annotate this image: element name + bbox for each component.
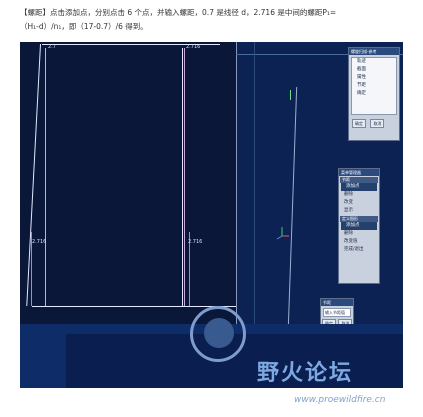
dim-label-top-right: 2.716	[186, 44, 201, 50]
menu-manager-title: 菜单管理器	[339, 169, 379, 176]
spring-centerline	[287, 87, 298, 327]
dim-label-mid-left: 2.716	[32, 239, 47, 245]
graph-right-profile	[184, 48, 185, 306]
menu-item-display[interactable]: 显示	[339, 207, 379, 215]
pitch-value-input[interactable]: 输入节距值	[323, 308, 351, 317]
helical-sweep-dialog: 螺旋扫描-参考 轨迹 截面 属性 节距 确定 确定 取消	[348, 47, 400, 141]
menu-item-graph-delete[interactable]: 删除	[339, 230, 379, 238]
menu-item-change[interactable]: 改变	[339, 199, 379, 207]
graph-right-edge	[182, 48, 183, 306]
helical-sweep-dialog-title: 螺旋扫描-参考	[349, 48, 399, 55]
dialog-cancel-button[interactable]: 取消	[370, 119, 385, 128]
watermark-url: www.proewildfire.cn	[294, 395, 386, 405]
menu-item-add-point[interactable]: 添加点	[341, 183, 377, 191]
menu-item-delete[interactable]: 删除	[339, 191, 379, 199]
element-section[interactable]: 截面	[352, 66, 396, 74]
caption-line-1: 【螺距】点击添加点，分别点击 6 个点，并输入螺距，0.7 是线径 d，2.71…	[20, 8, 337, 17]
element-trajectory[interactable]: 轨迹	[352, 58, 396, 66]
element-pitch[interactable]: 节距	[352, 82, 396, 90]
menu-item-graph-add-point[interactable]: 添加点	[341, 222, 377, 230]
spring-start-point	[290, 90, 291, 100]
graph-left-edge	[26, 44, 41, 306]
model-datum-plane	[254, 42, 255, 324]
menu-item-done-return[interactable]: 完成/退出	[339, 246, 379, 254]
pitch-input-title: 节距	[321, 299, 353, 306]
coordinate-axis-icon	[276, 227, 289, 240]
dim-label-top-left: 2.7	[48, 44, 56, 50]
menu-manager: 菜单管理器 节距 添加点 删除 改变 显示 定义图形 添加点 删除 改变值 完成…	[338, 168, 380, 284]
watermark-text: 野火论坛	[257, 360, 354, 386]
dialog-ok-button[interactable]: 确定	[352, 119, 366, 128]
graph-left-profile	[45, 48, 46, 306]
element-properties[interactable]: 属性	[352, 74, 396, 82]
menu-item-graph-change[interactable]: 改变值	[339, 238, 379, 246]
element-list: 轨迹 截面 属性 节距 确定	[351, 57, 397, 115]
element-confirm[interactable]: 确定	[352, 90, 396, 98]
caption-line-2: （H₁-d）/n₁，即（17-0.7）/6 得到。	[20, 22, 148, 31]
pitch-graph-window[interactable]: 2.7 2.716 2.716 2.716	[20, 42, 237, 324]
dim-label-mid-right: 2.716	[188, 239, 203, 245]
watermark-logo-core	[204, 318, 234, 348]
instruction-caption: 【螺距】点击添加点，分别点击 6 个点，并输入螺距，0.7 是线径 d，2.71…	[20, 6, 416, 34]
graph-baseline	[32, 306, 236, 307]
